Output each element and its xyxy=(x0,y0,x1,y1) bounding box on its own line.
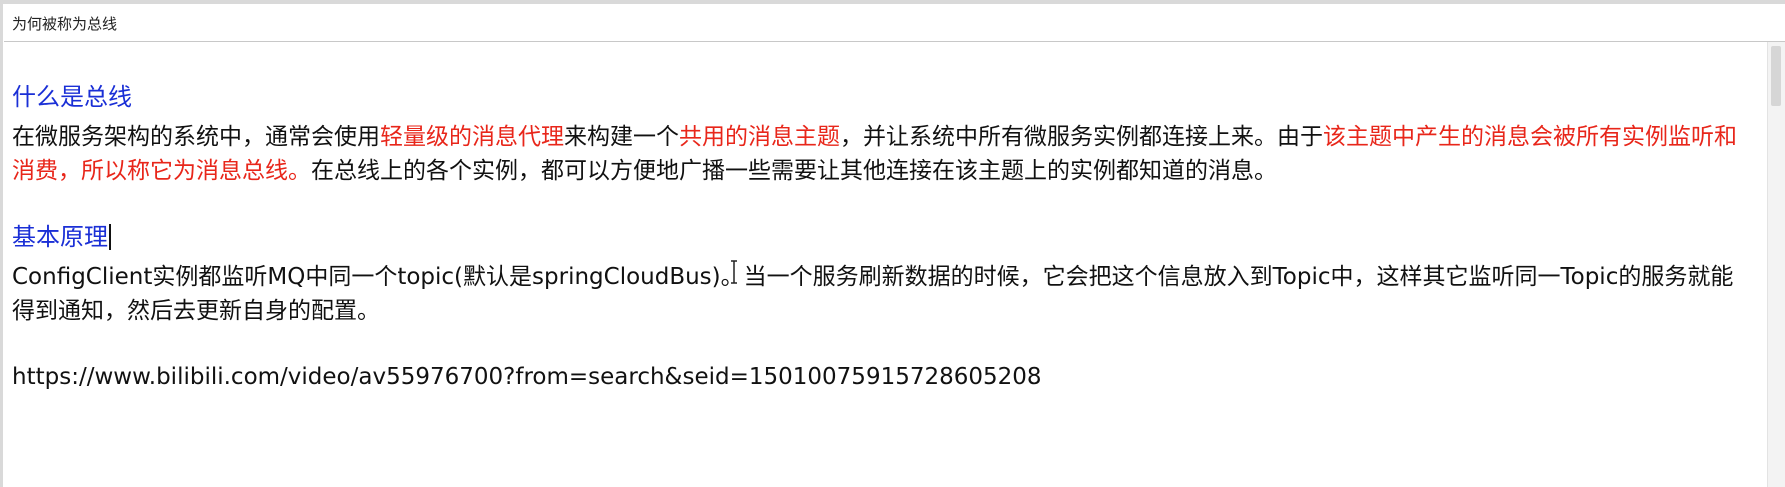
text-cursor-icon xyxy=(731,260,737,284)
editor-window: 为何被称为总线 什么是总线 在微服务架构的系统中，通常会使用轻量级的消息代理来构… xyxy=(0,0,1785,487)
scrollbar-thumb[interactable] xyxy=(1771,46,1781,106)
title-bar: 为何被称为总线 xyxy=(4,6,1785,42)
reference-url[interactable]: https://www.bilibili.com/video/av5597670… xyxy=(12,360,1752,394)
highlight-lightweight-broker: 轻量级的消息代理 xyxy=(380,124,564,150)
para1-text-1: 在微服务架构的系统中，通常会使用 xyxy=(12,124,380,150)
paragraph-what-is-bus: 在微服务架构的系统中，通常会使用轻量级的消息代理来构建一个共用的消息主题，并让系… xyxy=(12,120,1752,188)
section-heading-bus: 什么是总线 xyxy=(12,83,132,111)
highlight-shared-topic: 共用的消息主题 xyxy=(679,124,840,150)
para1-text-3: ，并让系统中所有微服务实例都连接上来。由于 xyxy=(840,124,1323,150)
text-caret xyxy=(109,224,111,250)
window-title: 为何被称为总线 xyxy=(12,15,118,33)
section-heading-principle: 基本原理 xyxy=(12,220,111,254)
para1-text-4: 在总线上的各个实例，都可以方便地广播一些需要让其他连接在该主题上的实例都知道的消… xyxy=(311,158,1277,184)
para1-text-2: 来构建一个 xyxy=(564,124,679,150)
window-frame-left xyxy=(0,0,3,487)
vertical-scrollbar[interactable] xyxy=(1767,42,1785,487)
heading-principle-text: 基本原理 xyxy=(12,223,108,251)
window-frame-top xyxy=(0,0,1785,4)
paragraph-principle: ConfigClient实例都监听MQ中同一个topic(默认是springCl… xyxy=(12,264,1734,324)
